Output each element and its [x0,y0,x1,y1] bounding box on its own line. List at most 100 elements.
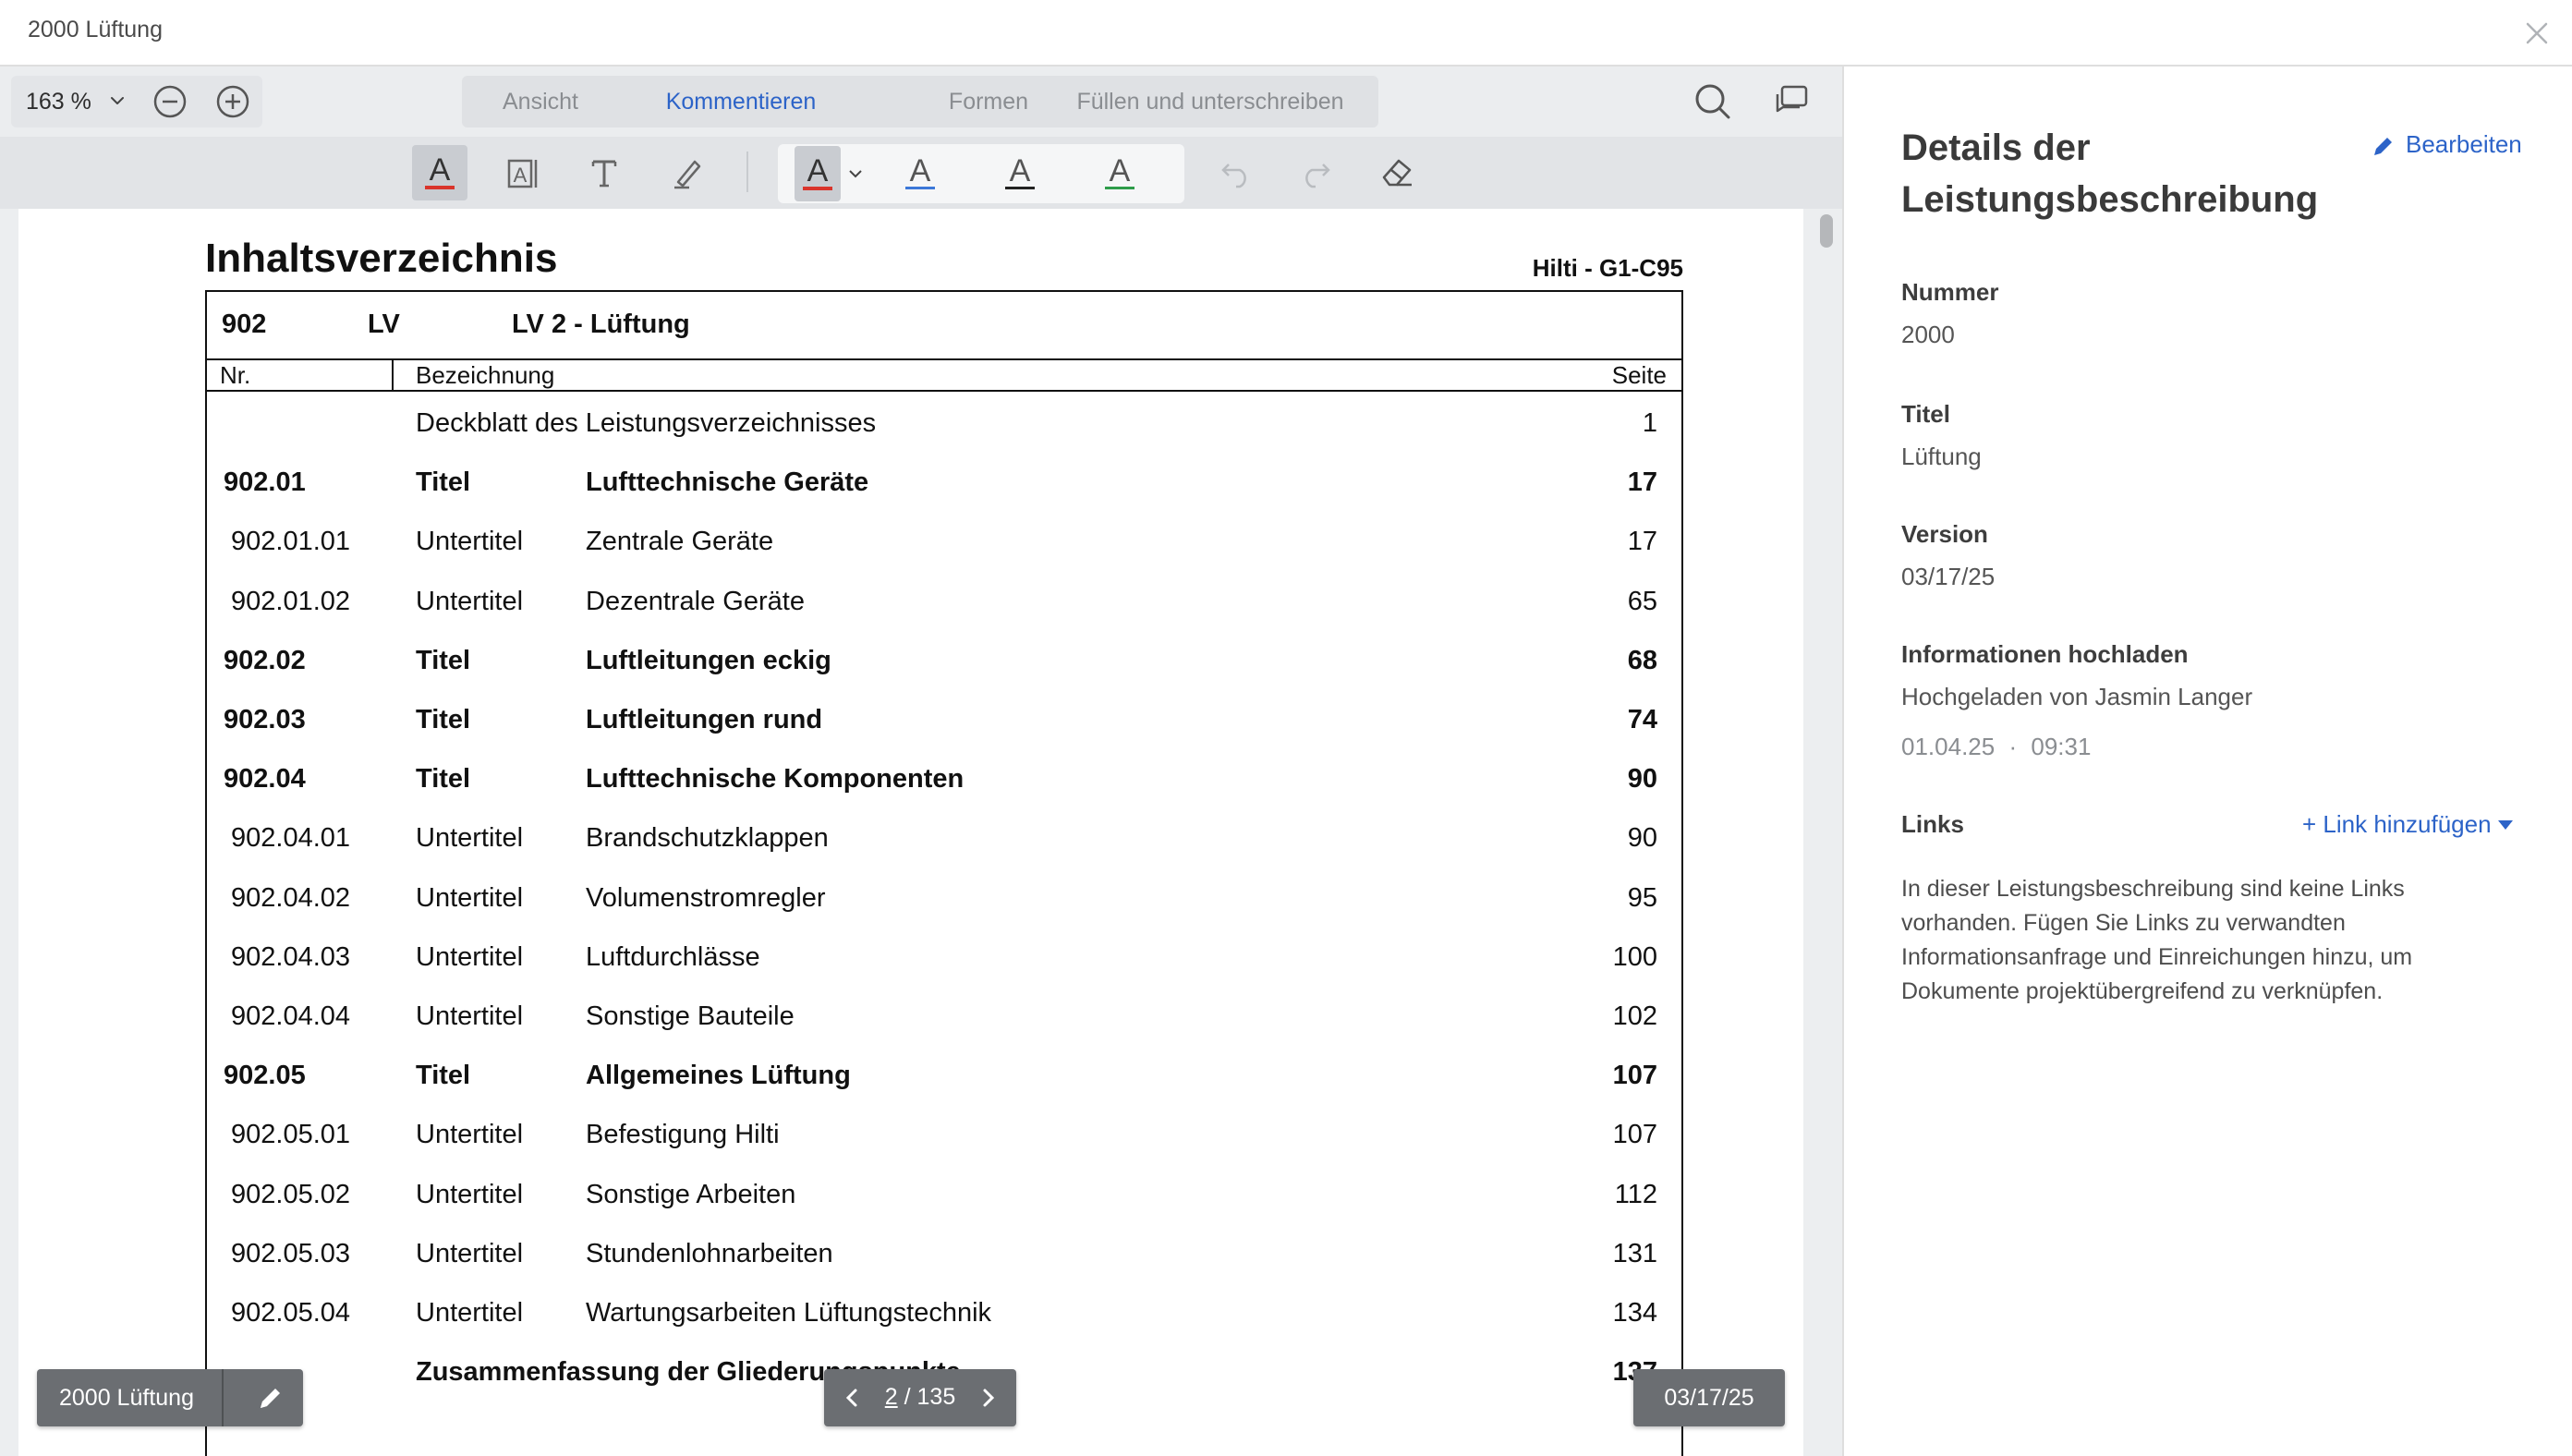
toc-row: 902.03 Titel Luftleitungen rund 74 [207,690,1681,749]
column-divider [392,360,394,390]
toc-row-number: 902.05 [224,1061,306,1091]
toc-row-name: Brandschutzklappen [586,823,829,854]
toolbar-divider [746,152,748,192]
toc-row-name: Allgemeines Lüftung [586,1061,851,1091]
toc-row-type: Titel [416,764,471,795]
toc-row-type: Titel [416,705,471,734]
toc-row-type: Untertitel [416,882,524,913]
toc-row: 902.05 Titel Allgemeines Lüftung 107 [207,1046,1681,1105]
redo-icon[interactable] [1295,152,1336,192]
scrollbar-thumb[interactable] [1820,214,1833,248]
chevron-down-icon[interactable] [107,91,127,111]
add-link-button[interactable]: + Link hinzufügen [2302,807,2492,841]
tab-kommentieren[interactable]: Kommentieren [647,76,835,127]
toc-row: 902.04 Titel Lufttechnische Komponenten 90 [207,749,1681,808]
toc-row-number: 902.03 [224,705,306,734]
toc-row-page: 17 [1627,467,1657,498]
page-current-input[interactable]: 2 [885,1384,898,1410]
undo-icon[interactable] [1216,152,1256,192]
page-total: / 135 [904,1384,956,1410]
toc-row-name: Lufttechnische Geräte [586,467,869,498]
toc-row-type: Untertitel [416,1120,524,1150]
scrollbar-track[interactable] [1803,209,1842,1456]
tab-ansicht[interactable]: Ansicht [480,76,601,127]
highlight-text-icon[interactable]: A [412,145,467,200]
toc-row-name: Sonstige Arbeiten [586,1179,796,1209]
annotation-toolbar: A A A A A A [0,137,1842,209]
toc-row-page: 68 [1627,645,1657,675]
pencil-icon[interactable] [255,1382,286,1414]
document-viewer: 163 % Ansicht Kommentieren Formen Füllen… [0,67,1842,1456]
caret-down-icon[interactable] [2496,819,2515,831]
chevron-down-icon[interactable] [846,164,865,183]
svg-text:A: A [1010,153,1031,188]
lv-title: LV 2 - Lüftung [512,309,690,339]
upload-timestamp: 01.04.25 · 09:31 [1901,730,2091,763]
underline-green-icon[interactable]: A [1092,146,1147,201]
toc-row-name: Dezentrale Geräte [586,586,805,616]
toc-row-page: 107 [1612,1061,1657,1091]
version-date-pill: 03/17/25 [1633,1369,1785,1426]
eraser-icon[interactable] [1377,152,1417,192]
toc-row-type: Untertitel [416,586,524,616]
toc-row-type: Untertitel [416,527,524,557]
toc-row-name: Luftdurchlässe [586,941,760,972]
toc-row: 902.01 Titel Lufttechnische Geräte 17 [207,453,1681,512]
toc-row: 902.04.03 Untertitel Luftdurchlässe 100 [207,928,1681,987]
text-color-group: A A A A [778,144,1184,203]
toc-row: 902.04.02 Untertitel Volumenstromregler 95 [207,868,1681,928]
toc-row-page: 107 [1612,1120,1657,1150]
search-icon[interactable] [1691,79,1735,124]
document-name: 2000 Lüftung [59,1385,194,1411]
toc-row-page: 1 [1642,408,1657,438]
pdf-page[interactable]: Inhaltsverzeichnis Hilti - G1-C95 902 LV… [18,209,1803,1456]
chevron-left-icon[interactable] [837,1382,868,1414]
zoom-level[interactable]: 163 % [26,85,91,118]
toc-row: 902.04.04 Untertitel Sonstige Bauteile 102 [207,987,1681,1046]
toc-row-name: Deckblatt des Leistungsverzeichnisses [416,408,877,438]
toc-row-page: 90 [1627,823,1657,854]
pen-icon[interactable] [660,145,715,200]
zoom-in-icon[interactable] [212,81,253,122]
upload-time: 09:31 [2031,733,2092,760]
close-icon[interactable] [2517,13,2557,54]
text-box-icon[interactable]: A [495,145,551,200]
underline-blue-icon[interactable]: A [892,146,948,201]
pill-divider [222,1369,224,1426]
chevron-right-icon[interactable] [972,1382,1003,1414]
toc-row-name: Stundenlohnarbeiten [586,1238,833,1268]
toc-column-headers: Nr. Bezeichnung Seite [207,360,1681,392]
toc-row-number: 902.04.03 [231,941,351,972]
toc-row: 902.05.02 Untertitel Sonstige Arbeiten 112 [207,1165,1681,1224]
document-name-pill: 2000 Lüftung [37,1369,303,1426]
col-seite: Seite [1611,361,1667,389]
toc-row-name: Volumenstromregler [586,882,826,913]
toc-row-number: 902.05.03 [231,1238,351,1268]
toc-row-number: 902.04.04 [231,1001,351,1031]
zoom-controls: 163 % [11,76,262,127]
upload-label: Informationen hochladen [1901,640,2189,668]
toc-row-number: 902.01.01 [231,527,351,557]
toc-row-page: 65 [1627,586,1657,616]
text-icon[interactable] [576,145,632,200]
toc-row-number: 902.04 [224,764,306,795]
svg-text:A: A [807,153,829,188]
text-color-icon[interactable]: A [795,146,841,201]
comments-icon[interactable] [1770,79,1814,124]
edit-label: Bearbeiten [2406,130,2522,158]
zoom-out-icon[interactable] [150,81,190,122]
nummer-label: Nummer [1901,278,1999,306]
upload-separator: · [2008,733,2018,760]
titel-value: Lüftung [1901,443,1982,470]
toc-row-number: 902.05.04 [231,1298,351,1328]
toc-row-name: Zentrale Geräte [586,527,774,557]
toc-row-type: Untertitel [416,1001,524,1031]
toc-row-type: Untertitel [416,1298,524,1328]
toc-row: 902.01.02 Untertitel Dezentrale Geräte 65 [207,572,1681,631]
nummer-value: 2000 [1901,321,1955,348]
pencil-icon [2374,138,2392,155]
page-navigator: 2 / 135 [824,1369,1016,1426]
tab-fuellen-und-unterschreiben[interactable]: Füllen und unterschreiben [1053,76,1367,127]
toc-header: 902 LV LV 2 - Lüftung [207,292,1681,360]
underline-black-icon[interactable]: A [992,146,1048,201]
